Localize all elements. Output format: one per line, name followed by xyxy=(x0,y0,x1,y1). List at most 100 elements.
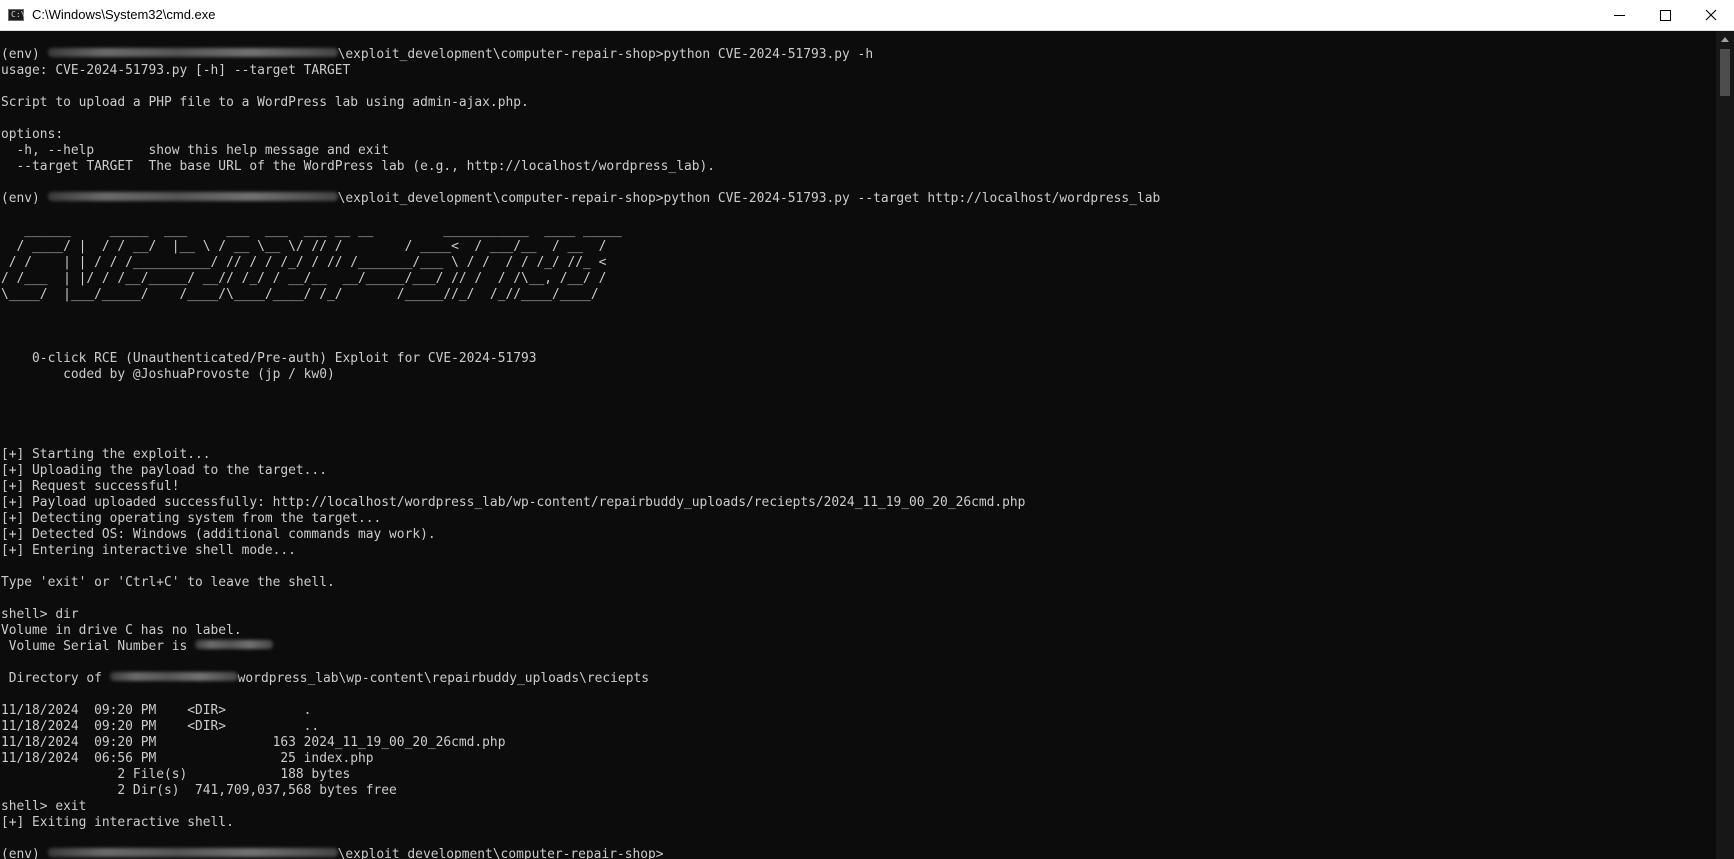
console-line: 11/18/2024 06:56 PM 25 index.php xyxy=(1,751,1160,767)
console-line-text: [+] Uploading the payload to the target.… xyxy=(1,463,327,478)
console-line-text: [+] Detecting operating system from the … xyxy=(1,511,382,526)
redacted-path xyxy=(47,192,338,201)
console-line-text: 2 Dir(s) 741,709,037,568 bytes free xyxy=(1,783,397,798)
console-line: usage: CVE-2024-51793.py [-h] --target T… xyxy=(1,63,1160,79)
console-line: Volume Serial Number is xyxy=(1,639,1160,655)
console-line-text: ______ _____ ___ ___ ___ ___ __ __ _____… xyxy=(1,223,622,238)
maximize-icon xyxy=(1659,9,1671,21)
console-line-text: shell> dir xyxy=(1,607,79,622)
console-line-text: Volume in drive C has no label. xyxy=(1,623,242,638)
console-line: [+] Entering interactive shell mode... xyxy=(1,543,1160,559)
scroll-up-arrow-icon xyxy=(1721,37,1729,42)
console-line-text: \____/ |___/_____/ /____/\____/____/ /_/… xyxy=(1,287,599,302)
console-line: Type 'exit' or 'Ctrl+C' to leave the she… xyxy=(1,575,1160,591)
console-output[interactable]: (env) \exploit_development\computer-repa… xyxy=(0,31,1716,859)
console-line: Directory of wordpress_lab\wp-content\re… xyxy=(1,671,1160,687)
console-line: / /___ | |/ / /__/_____/ __// /_/ / __/_… xyxy=(1,271,1160,287)
console-line: 0-click RCE (Unauthenticated/Pre-auth) E… xyxy=(1,351,1160,367)
console-line-suffix: \exploit_development\computer-repair-sho… xyxy=(337,47,874,62)
console-line-text: usage: CVE-2024-51793.py [-h] --target T… xyxy=(1,63,351,78)
vertical-scrollbar[interactable] xyxy=(1716,31,1734,859)
window-title: C:\Windows\System32\cmd.exe xyxy=(32,7,216,22)
console-line: -h, --help show this help message and ex… xyxy=(1,143,1160,159)
console-line-suffix: \exploit_development\computer-repair-sho… xyxy=(337,847,664,859)
redacted-path xyxy=(47,48,338,57)
console-line: 2 File(s) 188 bytes xyxy=(1,767,1160,783)
console-line: / ____/ | / / __/ |__ \ / __ \__ \/ // /… xyxy=(1,239,1160,255)
console-line: 11/18/2024 09:20 PM 163 2024_11_19_00_20… xyxy=(1,735,1160,751)
console-line: shell> exit xyxy=(1,799,1160,815)
console-line-text: 11/18/2024 09:20 PM 163 2024_11_19_00_20… xyxy=(1,735,506,750)
console-line: shell> dir xyxy=(1,607,1160,623)
console-line: [+] Request successful! xyxy=(1,479,1160,495)
cmd-app-icon: C:\ xyxy=(8,9,26,21)
console-line-prefix: Directory of xyxy=(1,671,110,686)
console-line-text: [+] Starting the exploit... xyxy=(1,447,211,462)
console-line-text: -h, --help show this help message and ex… xyxy=(1,143,390,158)
console-line: / / | | / / /__________/ // / / /_/ / //… xyxy=(1,255,1160,271)
console-line-prefix: (env) xyxy=(1,847,48,859)
cmd-icon-glyph: C:\ xyxy=(11,10,26,19)
scroll-up-button[interactable] xyxy=(1716,31,1734,48)
console-line-text: --target TARGET The base URL of the Word… xyxy=(1,159,715,174)
console-line: 11/18/2024 09:20 PM <DIR> .. xyxy=(1,719,1160,735)
console-line: (env) \exploit_development\computer-repa… xyxy=(1,191,1160,207)
console-line: [+] Exiting interactive shell. xyxy=(1,815,1160,831)
console-line-text: options: xyxy=(1,127,64,142)
console-line-text: [+] Exiting interactive shell. xyxy=(1,815,234,830)
console-line: [+] Uploading the payload to the target.… xyxy=(1,463,1160,479)
console-line: --target TARGET The base URL of the Word… xyxy=(1,159,1160,175)
console-line-suffix: \exploit_development\computer-repair-sho… xyxy=(337,191,1161,206)
console-line: (env) \exploit_development\computer-repa… xyxy=(1,47,1160,63)
close-button[interactable] xyxy=(1688,0,1734,30)
console-line-suffix: wordpress_lab\wp-content\repairbuddy_upl… xyxy=(237,671,649,686)
minimize-icon xyxy=(1613,14,1625,16)
console-line-text: [+] Payload uploaded successfully: http:… xyxy=(1,495,1026,510)
console-line-text: / ____/ | / / __/ |__ \ / __ \__ \/ // /… xyxy=(1,239,607,254)
title-bar[interactable]: C:\ C:\Windows\System32\cmd.exe xyxy=(0,0,1734,31)
console-line-text: Type 'exit' or 'Ctrl+C' to leave the she… xyxy=(1,575,335,590)
redacted-path xyxy=(109,672,238,681)
minimize-button[interactable] xyxy=(1596,0,1642,30)
console-line-text: [+] Detected OS: Windows (additional com… xyxy=(1,527,436,542)
console-line: 2 Dir(s) 741,709,037,568 bytes free xyxy=(1,783,1160,799)
console-line: ______ _____ ___ ___ ___ ___ __ __ _____… xyxy=(1,223,1160,239)
console-line: [+] Payload uploaded successfully: http:… xyxy=(1,495,1160,511)
console-line-text: 2 File(s) 188 bytes xyxy=(1,767,351,782)
maximize-button[interactable] xyxy=(1642,0,1688,30)
console-line: [+] Detecting operating system from the … xyxy=(1,511,1160,527)
console-line: Script to upload a PHP file to a WordPre… xyxy=(1,95,1160,111)
console-line: coded by @JoshuaProvoste (jp / kw0) xyxy=(1,367,1160,383)
console-line-prefix: (env) xyxy=(1,191,48,206)
console-line: [+] Starting the exploit... xyxy=(1,447,1160,463)
console-line-text: [+] Entering interactive shell mode... xyxy=(1,543,296,558)
console-line-text: 11/18/2024 09:20 PM <DIR> .. xyxy=(1,719,320,734)
redacted-path xyxy=(195,640,274,649)
close-icon xyxy=(1705,9,1717,21)
console-line-prefix: (env) xyxy=(1,47,48,62)
console-line: \____/ |___/_____/ /____/\____/____/ /_/… xyxy=(1,287,1160,303)
console-lines: (env) \exploit_development\computer-repa… xyxy=(1,47,1160,859)
console-line-text: coded by @JoshuaProvoste (jp / kw0) xyxy=(1,367,335,382)
console-line-text: [+] Request successful! xyxy=(1,479,180,494)
console-line-text: 0-click RCE (Unauthenticated/Pre-auth) E… xyxy=(1,351,537,366)
console-line-text: / /___ | |/ / /__/_____/ __// /_/ / __/_… xyxy=(1,271,607,286)
console-line: Volume in drive C has no label. xyxy=(1,623,1160,639)
console-line: 11/18/2024 09:20 PM <DIR> . xyxy=(1,703,1160,719)
scrollbar-thumb[interactable] xyxy=(1720,49,1730,96)
